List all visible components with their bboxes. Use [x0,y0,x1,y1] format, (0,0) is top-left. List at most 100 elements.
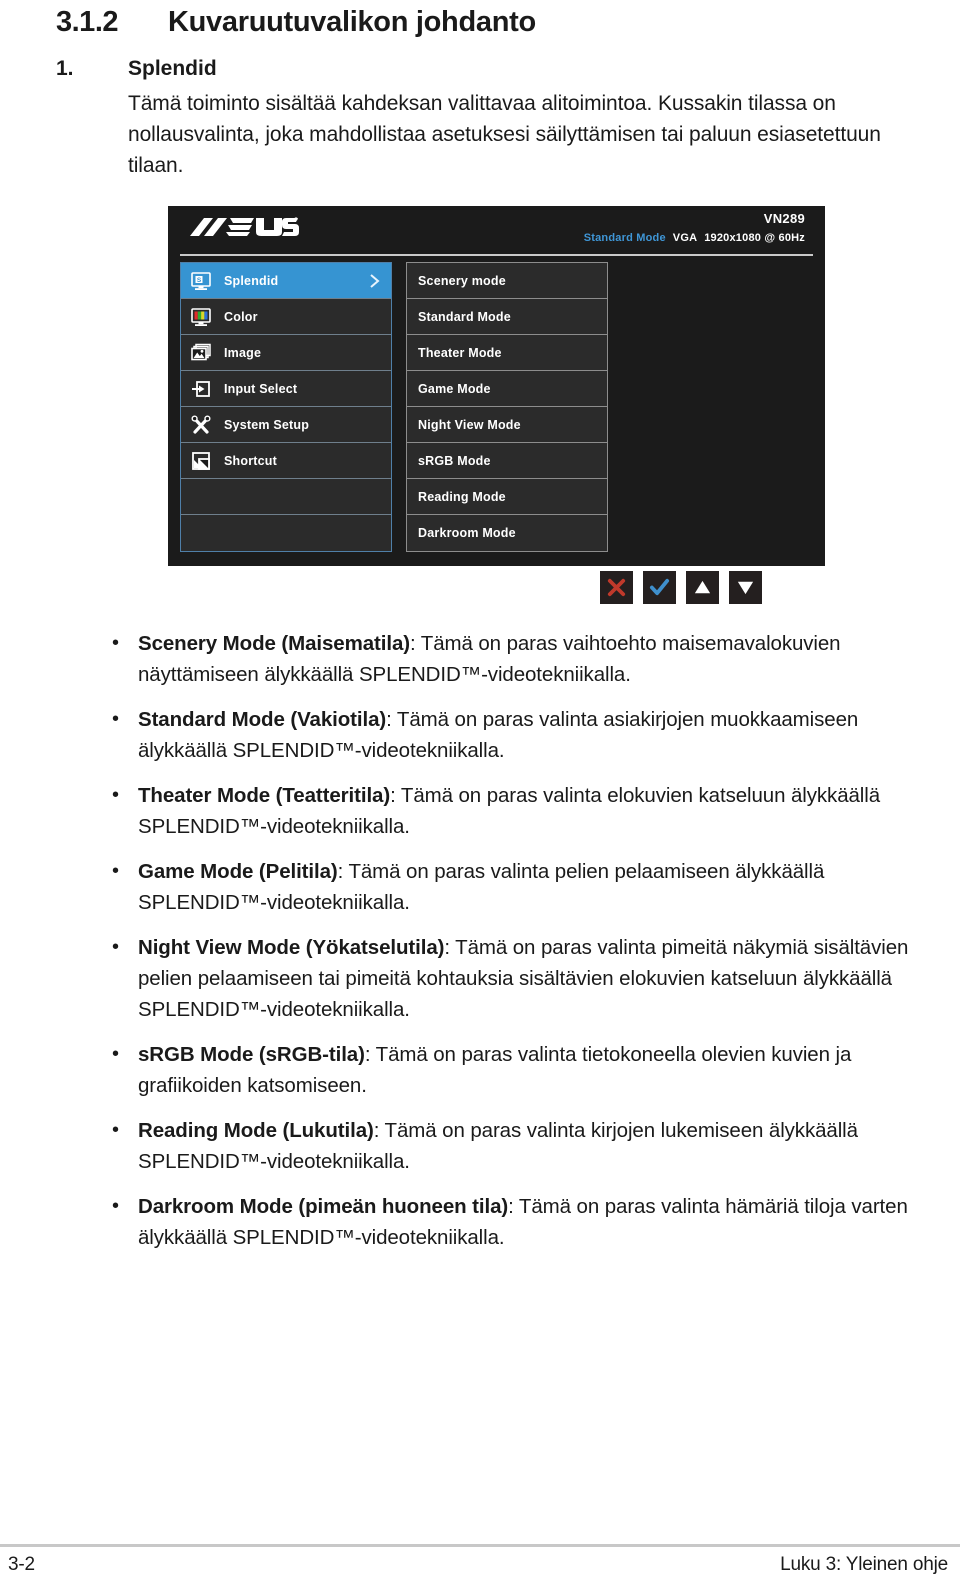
osd-submenu-item-scenery-mode[interactable]: Scenery mode [407,263,607,299]
bullet-marker: • [112,1195,120,1217]
osd-submenu-item-label: Darkroom Mode [418,526,516,540]
osd-submenu-item-label: Standard Mode [418,309,511,324]
triangle-up-icon [694,580,711,594]
svg-text:S: S [197,277,202,284]
input-arrow-icon [190,378,212,400]
monitor-color-icon [190,306,212,328]
list-item-term: Night View Mode (Yökatselutila) [138,936,445,959]
bullet-marker: • [112,784,120,806]
chapter-label: Luku 3: Yleinen ohje [780,1554,948,1575]
osd-menu-item-label: Splendid [224,273,279,288]
osd-submenu-item-srgb-mode[interactable]: sRGB Mode [407,443,607,479]
osd-submenu-item-night-view-mode[interactable]: Night View Mode [407,407,607,443]
list-item-text: Standard Mode (Vakiotila): Tämä on paras… [138,704,944,766]
osd-status-source: VGA [672,232,698,244]
list-item: • Theater Mode (Teatteritila): Tämä on p… [112,780,944,842]
list-item-term: Standard Mode (Vakiotila) [138,708,387,731]
page-heading-block: 3.1.2 Kuvaruutuvalikon johdanto 1. Splen… [56,6,936,181]
list-item-text: Darkroom Mode (pimeän huoneen tila): Täm… [138,1191,944,1253]
osd-menu-item-label: Color [224,309,258,324]
list-item: • sRGB Mode (sRGB-tila): Tämä on paras v… [112,1039,944,1101]
page-title: Kuvaruutuvalikon johdanto [168,6,536,38]
osd-submenu-item-game-mode[interactable]: Game Mode [407,371,607,407]
splendid-modes-list: • Scenery Mode (Maisematila): Tämä on pa… [112,628,944,1267]
osd-menu-item-label: Shortcut [224,453,277,468]
osd-header: VN289 Standard Mode VGA 1920x1080 @ 60Hz [180,206,813,256]
osd-submenu-item-label: Scenery mode [418,273,506,288]
list-item: • Night View Mode (Yökatselutila): Tämä … [112,932,944,1025]
osd-menu-item-empty [181,479,391,515]
osd-model-name: VN289 [763,211,805,226]
osd-body: S Splendid Color Image Input Select Syst… [180,262,813,552]
bullet-marker: • [112,632,120,654]
list-item-text: Reading Mode (Lukutila): Tämä on paras v… [138,1115,944,1177]
osd-menu-item-shortcut[interactable]: Shortcut [181,443,391,479]
osd-submenu-item-label: sRGB Mode [418,453,491,468]
osd-panel: VN289 Standard Mode VGA 1920x1080 @ 60Hz S [168,206,825,566]
list-item: • Scenery Mode (Maisematila): Tämä on pa… [112,628,944,690]
wrench-screwdriver-icon [190,414,212,436]
osd-screenshot: VN289 Standard Mode VGA 1920x1080 @ 60Hz S [168,206,825,604]
bullet-marker: • [112,936,120,958]
list-item: • Standard Mode (Vakiotila): Tämä on par… [112,704,944,766]
list-item-term: Theater Mode (Teatteritila) [138,784,391,807]
asus-logo [188,214,300,240]
osd-button-up[interactable] [686,571,719,604]
osd-submenu-item-reading-mode[interactable]: Reading Mode [407,479,607,515]
osd-menu-item-empty [181,515,391,551]
osd-menu-item-input-select[interactable]: Input Select [181,371,391,407]
osd-menu-item-label: Image [224,345,262,360]
list-item-term: Darkroom Mode (pimeän huoneen tila) [138,1195,509,1218]
bullet-marker: • [112,1119,120,1141]
intro-paragraph: Tämä toiminto sisältää kahdeksan valitta… [128,92,881,177]
bullet-marker: • [112,860,120,882]
page-footer: 3-2 Luku 3: Yleinen ohje [0,1554,960,1576]
triangle-down-icon [737,581,754,595]
osd-control-buttons [600,571,762,604]
list-item-text: Game Mode (Pelitila): Tämä on paras vali… [138,856,944,918]
section-number: 3.1.2 [56,6,119,38]
list-item-term: Game Mode (Pelitila) [138,860,338,883]
list-item: • Game Mode (Pelitila): Tämä on paras va… [112,856,944,918]
list-item-text: sRGB Mode (sRGB-tila): Tämä on paras val… [138,1039,944,1101]
numbered-item-heading: 1. Splendid [56,57,936,81]
bullet-marker: • [112,1043,120,1065]
osd-main-menu: S Splendid Color Image Input Select Syst… [180,262,392,552]
list-item-term: sRGB Mode (sRGB-tila) [138,1043,365,1066]
osd-menu-item-label: Input Select [224,381,298,396]
osd-menu-item-system-setup[interactable]: System Setup [181,407,391,443]
osd-menu-item-color[interactable]: Color [181,299,391,335]
osd-submenu-item-label: Reading Mode [418,489,506,504]
osd-submenu-item-standard-mode[interactable]: Standard Mode [407,299,607,335]
osd-button-close[interactable] [600,571,633,604]
osd-submenu-item-label: Theater Mode [418,345,502,360]
picture-icon [190,342,212,364]
list-item-text: Night View Mode (Yökatselutila): Tämä on… [138,932,944,1025]
monitor-splendid-icon: S [190,270,212,292]
osd-submenu-item-darkroom-mode[interactable]: Darkroom Mode [407,515,607,551]
shortcut-icon [190,450,212,472]
footer-divider [0,1544,960,1547]
list-item-text: Scenery Mode (Maisematila): Tämä on para… [138,628,944,690]
chevron-right-icon [368,273,380,289]
close-icon [607,578,626,597]
list-item-term: Scenery Mode (Maisematila) [138,632,410,655]
osd-status-resolution: 1920x1080 @ 60Hz [704,232,805,244]
osd-button-confirm[interactable] [643,571,676,604]
list-item: • Reading Mode (Lukutila): Tämä on paras… [112,1115,944,1177]
osd-submenu-item-theater-mode[interactable]: Theater Mode [407,335,607,371]
osd-status-mode: Standard Mode [583,232,666,244]
osd-submenu: Scenery mode Standard Mode Theater Mode … [406,262,608,552]
list-item: • Darkroom Mode (pimeän huoneen tila): T… [112,1191,944,1253]
numbered-item-title: Splendid [128,57,217,80]
osd-menu-item-image[interactable]: Image [181,335,391,371]
section-heading: 3.1.2 Kuvaruutuvalikon johdanto [56,6,936,39]
bullet-marker: • [112,708,120,730]
osd-status-bar: Standard Mode VGA 1920x1080 @ 60Hz [584,232,805,244]
check-icon [649,578,670,596]
osd-menu-item-splendid[interactable]: S Splendid [181,263,391,299]
numbered-item-number: 1. [56,57,74,80]
osd-submenu-item-label: Night View Mode [418,417,521,432]
osd-button-down[interactable] [729,571,762,604]
page-number: 3-2 [8,1554,35,1575]
